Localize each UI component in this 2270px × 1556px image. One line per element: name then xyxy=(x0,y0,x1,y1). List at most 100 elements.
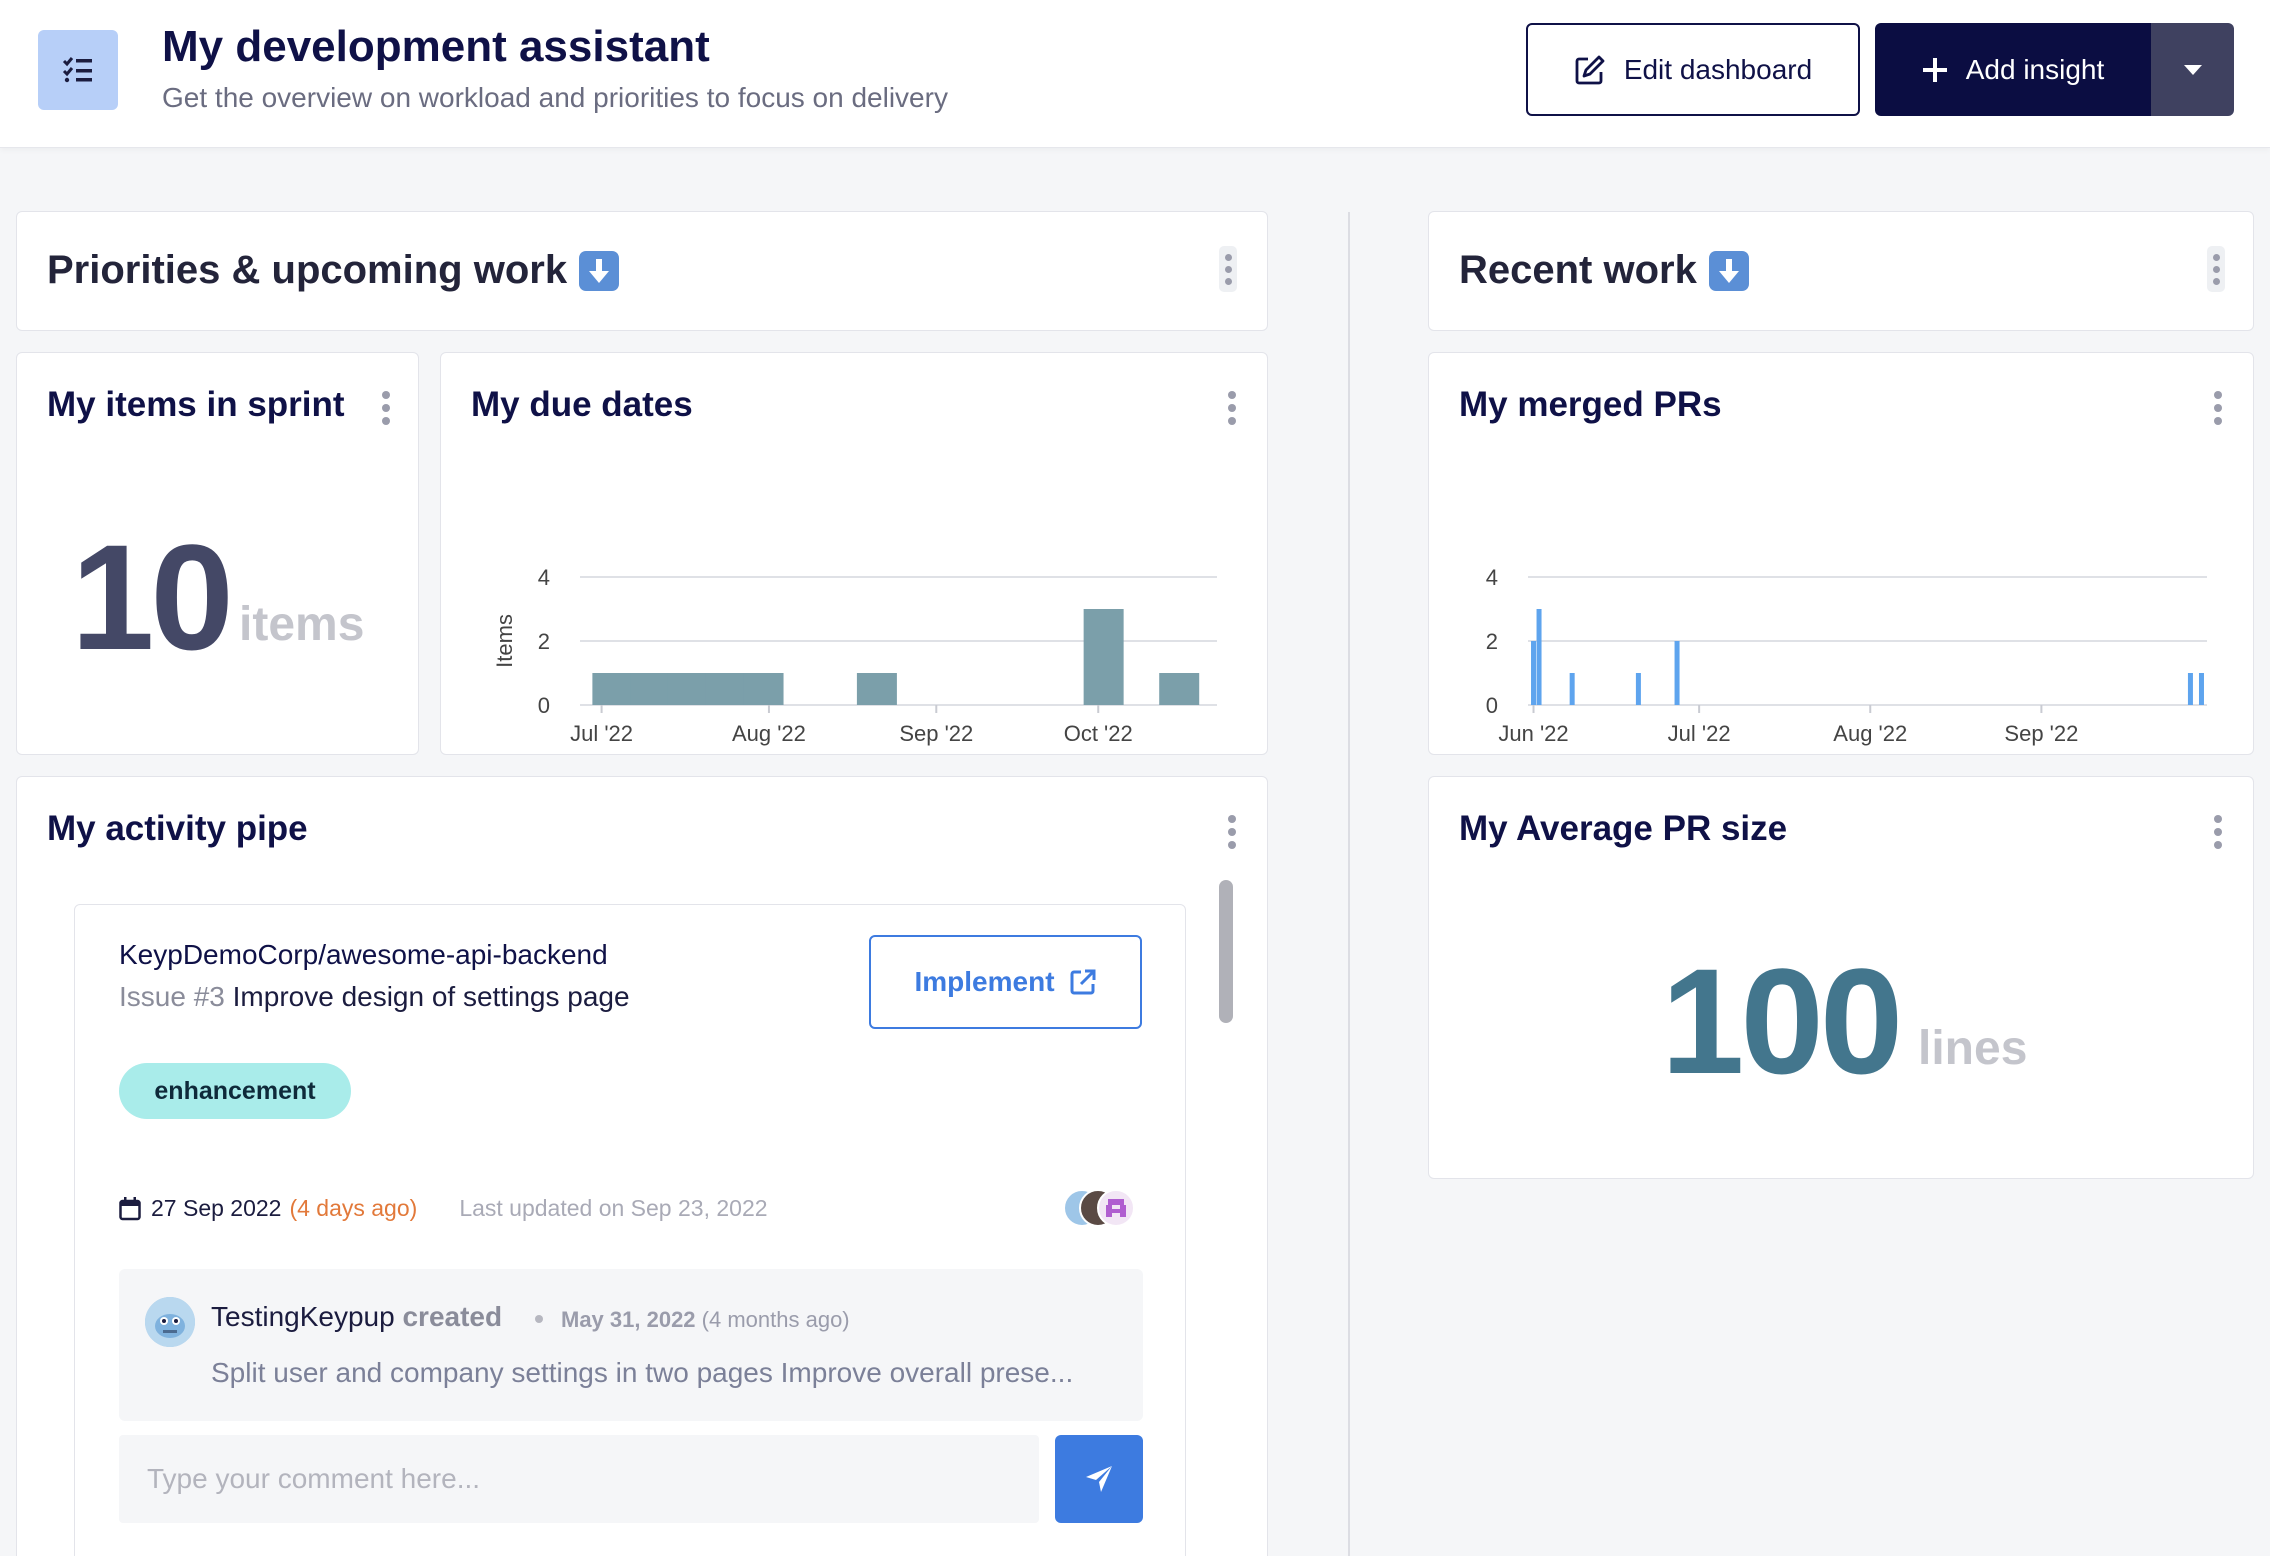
items-in-sprint-menu-icon[interactable] xyxy=(381,391,391,425)
comment-date: May 31, 2022 (4 months ago) xyxy=(561,1307,850,1333)
items-in-sprint-value: 10 xyxy=(71,513,234,681)
repository-name[interactable]: KeypDemoCorp/awesome-api-backend xyxy=(119,939,608,971)
issue-title[interactable]: Issue #3 Improve design of settings page xyxy=(119,981,630,1013)
calendar-icon xyxy=(119,1196,141,1220)
chart-bar xyxy=(1083,609,1124,705)
edit-dashboard-label: Edit dashboard xyxy=(1623,53,1813,85)
chart-bar xyxy=(1674,641,1680,705)
comment-header: TestingKeypup created xyxy=(211,1301,502,1333)
avatar[interactable] xyxy=(1097,1189,1135,1227)
chart-bar xyxy=(1531,641,1537,705)
recent-work-section-menu-icon[interactable] xyxy=(2207,246,2225,292)
items-in-sprint-unit: items xyxy=(239,598,365,651)
column-divider xyxy=(1348,212,1350,1556)
priorities-section-card: Priorities & upcoming work xyxy=(16,211,1268,331)
activity-pipe-menu-icon[interactable] xyxy=(1227,815,1237,849)
chart-bar xyxy=(592,673,633,705)
x-tick-label: Sep '22 xyxy=(899,721,973,746)
merged-prs-menu-icon[interactable] xyxy=(2213,391,2223,425)
x-tick-label: Aug '22 xyxy=(732,721,806,746)
average-pr-size-title: My Average PR size xyxy=(1459,809,1788,848)
comment-box: TestingKeypup created May 31, 2022 (4 mo… xyxy=(119,1269,1143,1421)
y-tick-label: 2 xyxy=(1486,629,1498,654)
page-header: My development assistant Get the overvie… xyxy=(0,0,2270,148)
items-in-sprint-title: My items in sprint xyxy=(47,385,345,424)
issue-number: Issue #3 xyxy=(119,981,225,1012)
x-tick-label: Aug '22 xyxy=(1833,721,1907,746)
chart-bar xyxy=(630,673,671,705)
y-tick-label: 4 xyxy=(1486,565,1498,590)
send-icon xyxy=(1086,1466,1112,1492)
add-insight-dropdown-button[interactable] xyxy=(2151,23,2234,116)
chart-bar xyxy=(1536,609,1542,705)
comment-action: created xyxy=(402,1301,503,1332)
y-tick-label: 0 xyxy=(1486,693,1498,718)
average-pr-size-menu-icon[interactable] xyxy=(2213,815,2223,849)
due-dates-menu-icon[interactable] xyxy=(1227,391,1237,425)
add-insight-label: Add insight xyxy=(1965,53,2105,85)
x-tick-label: Oct '22 xyxy=(1064,721,1133,746)
send-comment-button[interactable] xyxy=(1055,1435,1143,1523)
add-insight-button[interactable]: Add insight xyxy=(1875,23,2151,116)
separator-dot xyxy=(535,1315,543,1323)
average-pr-size-value: 100 xyxy=(1661,937,1903,1105)
chart-bar xyxy=(856,673,897,705)
due-dates-title: My due dates xyxy=(471,385,693,424)
activity-pipe-title: My activity pipe xyxy=(47,809,308,848)
last-updated: Last updated on Sep 23, 2022 xyxy=(459,1195,768,1221)
label-badge: enhancement xyxy=(119,1063,351,1119)
arrow-down-icon xyxy=(579,250,620,291)
y-axis-label: Items xyxy=(492,614,517,668)
chart-bar xyxy=(2198,673,2204,705)
avatar xyxy=(145,1297,195,1347)
activity-scrollbar[interactable] xyxy=(1219,880,1233,1023)
average-pr-size-unit: lines xyxy=(1918,1022,2028,1075)
merged-prs-card: My merged PRs 0 2 4 Jun '22 Jul '22 Aug '22 Se… xyxy=(1428,352,2254,755)
arrow-down-icon xyxy=(1708,250,1749,291)
x-tick-label: Jul '22 xyxy=(570,721,633,746)
activity-item: KeypDemoCorp/awesome-api-backend Issue #… xyxy=(74,904,1186,1556)
issue-title-text: Improve design of settings page xyxy=(232,981,630,1012)
chart-bar xyxy=(1569,673,1575,705)
external-link-icon xyxy=(1070,969,1096,995)
comment-input[interactable] xyxy=(119,1435,1039,1523)
page-subtitle: Get the overview on workload and priorit… xyxy=(162,82,948,113)
merged-prs-chart: 0 2 4 Jun '22 Jul '22 Aug '22 Sep '22 xyxy=(1486,565,2207,746)
list-check-icon xyxy=(62,57,92,83)
due-dates-chart: 0 2 4 Items Jul '22 Aug '22 Sep '22 Oct '22 xyxy=(492,565,1217,746)
recent-work-section-title: Recent work xyxy=(1459,248,1749,293)
caret-down-icon xyxy=(2183,64,2202,75)
priorities-section-label: Priorities & upcoming work xyxy=(47,248,568,292)
due-date-relative: (4 days ago) xyxy=(289,1195,418,1221)
edit-icon xyxy=(1575,55,1605,84)
comment-text: Split user and company settings in two p… xyxy=(211,1357,1074,1388)
comment-author[interactable]: TestingKeypup xyxy=(211,1301,395,1332)
priorities-section-menu-icon[interactable] xyxy=(1219,246,1237,292)
implement-label: Implement xyxy=(914,966,1055,997)
assignee-avatars[interactable] xyxy=(1063,1189,1135,1229)
priorities-section-title: Priorities & upcoming work xyxy=(47,248,620,293)
average-pr-size-card: My Average PR size 100 lines xyxy=(1428,776,2254,1179)
y-tick-label: 4 xyxy=(538,565,550,590)
activity-meta: 27 Sep 2022 (4 days ago) Last updated on… xyxy=(119,1195,768,1222)
due-date: 27 Sep 2022 xyxy=(151,1195,282,1221)
x-tick-label: Jun '22 xyxy=(1498,721,1568,746)
menu-toggle-button[interactable] xyxy=(38,30,118,110)
recent-work-section-card: Recent work xyxy=(1428,211,2254,331)
merged-prs-title: My merged PRs xyxy=(1459,385,1722,424)
chart-bar xyxy=(705,673,746,705)
x-tick-label: Jul '22 xyxy=(1668,721,1731,746)
page-title: My development assistant xyxy=(162,22,710,71)
plus-icon xyxy=(1922,57,1947,82)
implement-button[interactable]: Implement xyxy=(869,935,1142,1029)
comment-date-value: May 31, 2022 xyxy=(561,1307,696,1332)
chart-bar xyxy=(667,673,708,705)
chart-bar xyxy=(743,673,784,705)
chart-bar xyxy=(1635,673,1641,705)
chart-bar xyxy=(1159,673,1200,705)
y-tick-label: 0 xyxy=(538,693,550,718)
y-tick-label: 2 xyxy=(538,629,550,654)
comment-date-relative: (4 months ago) xyxy=(701,1307,850,1332)
edit-dashboard-button[interactable]: Edit dashboard xyxy=(1526,23,1860,116)
items-in-sprint-card: My items in sprint 10 items xyxy=(16,352,419,755)
